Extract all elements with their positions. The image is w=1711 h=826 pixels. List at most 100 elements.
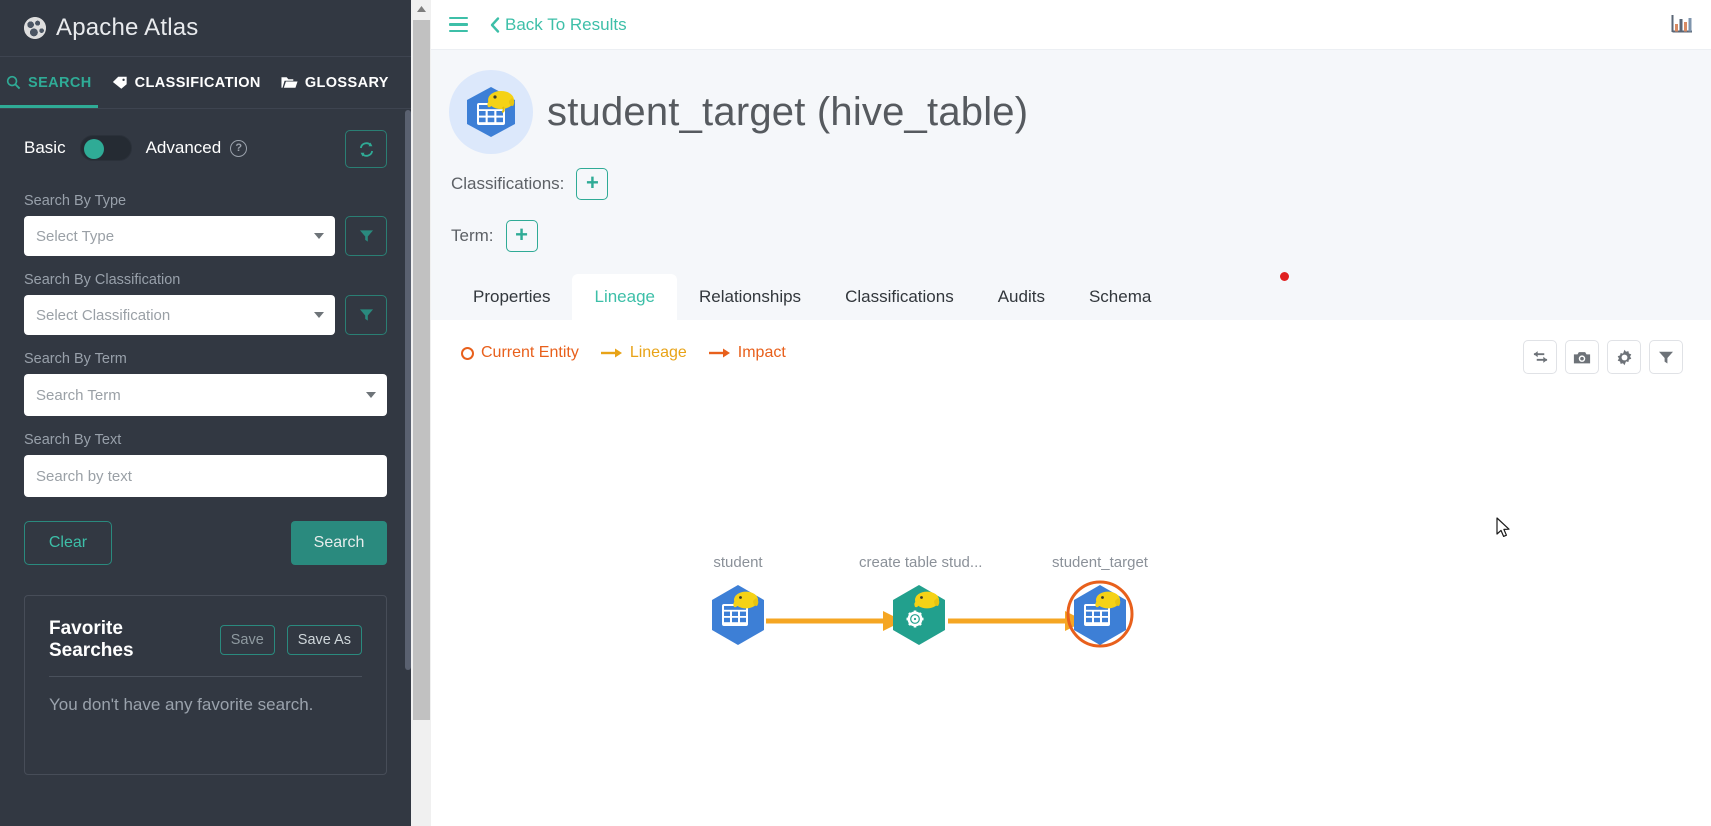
refresh-button[interactable] [345, 130, 387, 168]
field-row-type: Select Type [24, 216, 387, 256]
classifications-label: Classifications: [451, 174, 565, 193]
field-search-by-text: Search By Text [24, 432, 387, 497]
entity-tabs: Properties Lineage Relationships Classif… [431, 274, 1711, 320]
hive-table-icon [712, 585, 764, 645]
favorite-searches-header: Favorite Searches Save Save As [49, 618, 362, 662]
field-label-classification: Search By Classification [24, 272, 181, 288]
brand-header: Apache Atlas [0, 0, 411, 57]
tab-relationships[interactable]: Relationships [677, 274, 823, 320]
legend-current-entity-label: Current Entity [481, 344, 579, 361]
tab-lineage[interactable]: Lineage [572, 274, 677, 320]
legend-lineage: Lineage [600, 344, 687, 362]
filter-type-button[interactable] [345, 216, 387, 256]
sidebar-nav-tabs: SEARCH CLASSIFICATION GLOSSARY [0, 57, 411, 109]
save-button[interactable]: Save [219, 625, 275, 655]
hive-table-icon [449, 70, 533, 154]
tab-properties[interactable]: Properties [451, 274, 572, 320]
field-row-classification: Select Classification [24, 295, 387, 335]
tab-schema[interactable]: Schema [1067, 274, 1173, 320]
legend-impact-label: Impact [737, 344, 786, 361]
sidebar-tab-glossary-label: GLOSSARY [304, 74, 389, 91]
save-as-button[interactable]: Save As [286, 625, 362, 655]
filter-icon [359, 230, 373, 242]
field-search-by-type: Search By Type Select Type [24, 193, 387, 256]
hamburger-icon[interactable] [449, 16, 468, 33]
clear-button[interactable]: Clear [24, 521, 112, 565]
chevron-left-icon [490, 16, 500, 33]
back-to-results-label: Back To Results [505, 14, 627, 34]
select-classification[interactable]: Select Classification [24, 295, 335, 335]
legend-impact: Impact [708, 344, 786, 362]
search-mode-toggle-row: Basic Advanced ? [24, 130, 387, 168]
chevron-down-icon [314, 233, 324, 239]
lineage-legend: Current Entity Lineage Impact [431, 320, 1711, 362]
bar-chart-icon[interactable] [1671, 14, 1693, 39]
favorite-searches-empty-text: You don't have any favorite search. [49, 695, 314, 714]
lineage-edges [766, 611, 1085, 631]
select-term[interactable]: Search Term [24, 374, 387, 416]
search-mode-switch[interactable] [79, 135, 132, 161]
lineage-node-student-label: student [713, 554, 763, 571]
arrow-right-icon [600, 348, 622, 358]
back-to-results-link[interactable]: Back To Results [490, 15, 627, 35]
question-circle-icon[interactable]: ? [230, 139, 248, 157]
top-bar: Back To Results [431, 0, 1711, 50]
favorite-searches-panel: Favorite Searches Save Save As You don't… [24, 595, 387, 775]
brand-title: Apache Atlas [56, 14, 199, 41]
legend-current-entity: Current Entity [461, 344, 579, 362]
field-row-term: Search Term [24, 374, 387, 416]
field-label-term: Search By Term [24, 351, 127, 367]
filter-icon [359, 309, 373, 321]
lineage-node-process[interactable]: create table stud... [859, 554, 982, 662]
loading-indicator-dot [1280, 272, 1289, 281]
field-label-type: Search By Type [24, 193, 127, 209]
sidebar: Apache Atlas SEARCH CLASSIFICATION GLOSS… [0, 0, 411, 826]
field-label-text: Search By Text [24, 432, 122, 448]
select-classification-placeholder: Select Classification [36, 306, 171, 324]
search-icon [6, 75, 21, 90]
sidebar-tab-search[interactable]: SEARCH [0, 57, 104, 108]
hive-table-icon-current [1066, 580, 1134, 648]
lineage-node-student-target[interactable]: student_target [1040, 554, 1160, 662]
field-row-text [24, 455, 387, 497]
advanced-mode-label: Advanced [145, 138, 222, 157]
search-panel: Basic Advanced ? Search By Type Select T… [0, 109, 411, 775]
select-type[interactable]: Select Type [24, 216, 335, 256]
classifications-row: Classifications: + [431, 168, 1711, 200]
chevron-up-icon [416, 5, 426, 12]
main-content: Back To Results student_target (hive_tab… [431, 0, 1711, 826]
basic-mode-label: Basic [24, 138, 66, 157]
field-search-by-classification: Search By Classification Select Classifi… [24, 272, 387, 335]
select-type-placeholder: Select Type [36, 227, 115, 245]
sidebar-tab-classification[interactable]: CLASSIFICATION [104, 57, 273, 108]
add-classification-button[interactable]: + [576, 168, 609, 200]
lineage-panel: Current Entity Lineage Impact student cr… [431, 320, 1711, 800]
page-scrollbar[interactable] [411, 0, 431, 826]
search-button[interactable]: Search [291, 521, 387, 565]
tag-icon [112, 76, 127, 89]
favorite-searches-title: Favorite Searches [49, 618, 134, 661]
arrow-right-icon [708, 348, 730, 358]
search-text-input[interactable] [24, 455, 387, 497]
tab-classifications[interactable]: Classifications [823, 274, 976, 320]
lineage-graph[interactable]: student create table stud... student_tar… [431, 362, 1711, 742]
select-term-placeholder: Search Term [36, 386, 121, 404]
sidebar-tab-search-label: SEARCH [28, 74, 92, 91]
sidebar-tab-classification-label: CLASSIFICATION [134, 74, 261, 91]
entity-header: student_target (hive_table) Classificati… [431, 50, 1711, 320]
application-root: Apache Atlas SEARCH CLASSIFICATION GLOSS… [0, 0, 1711, 826]
term-label: Term: [451, 226, 494, 245]
add-term-button[interactable]: + [505, 220, 538, 252]
divider [49, 676, 362, 677]
term-row: Term: + [431, 220, 1711, 252]
page-scrollbar-thumb[interactable] [413, 20, 430, 720]
filter-classification-button[interactable] [345, 295, 387, 335]
sidebar-tab-glossary[interactable]: GLOSSARY [273, 57, 401, 108]
switch-knob [83, 139, 104, 159]
tab-audits[interactable]: Audits [976, 274, 1067, 320]
folder-open-icon [281, 77, 298, 88]
scroll-up-arrow[interactable] [411, 0, 431, 17]
lineage-node-student[interactable]: student [678, 554, 798, 662]
field-search-by-term: Search By Term Search Term [24, 351, 387, 416]
entity-title-row: student_target (hive_table) [431, 70, 1711, 154]
